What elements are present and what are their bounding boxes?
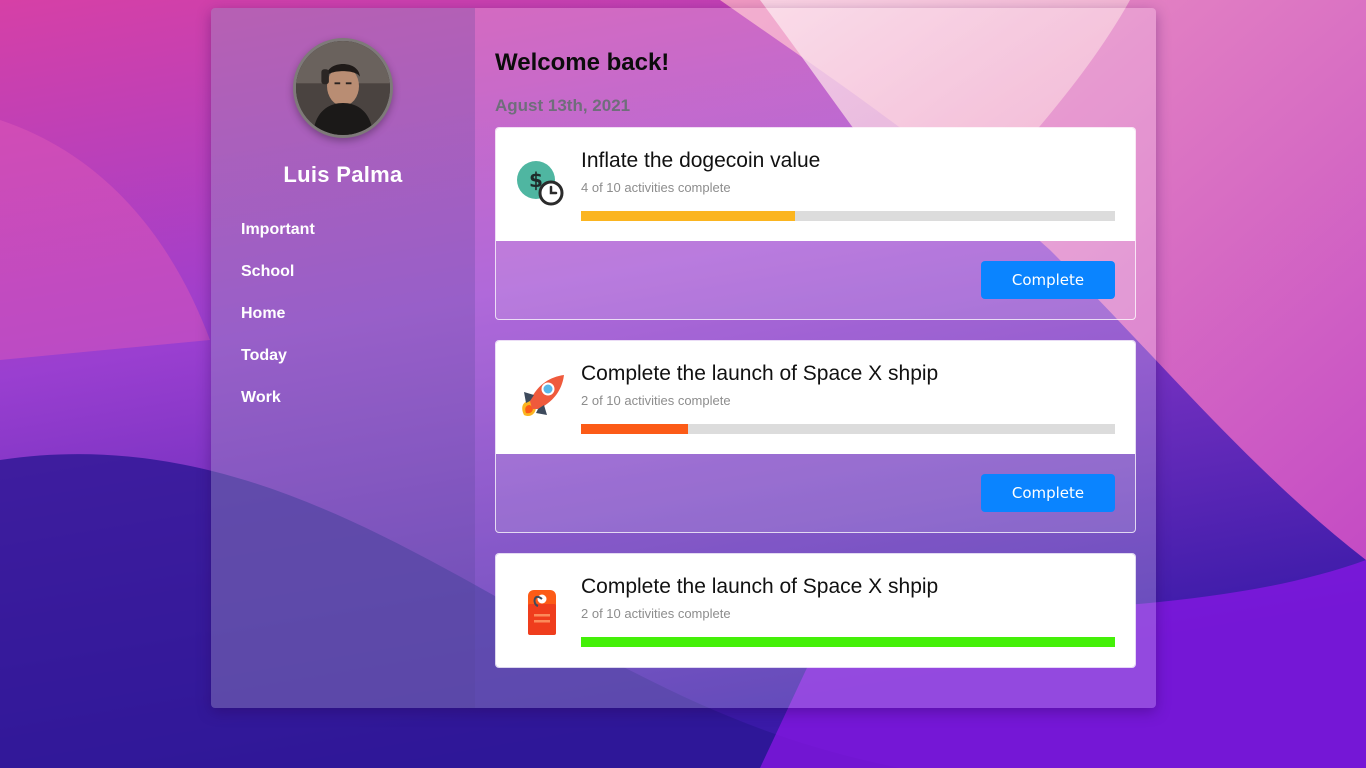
task-title: Inflate the dogecoin value [581, 149, 821, 172]
todo-app-window: Luis Palma Important School Home Today W… [211, 8, 1156, 708]
sidebar-item-today[interactable]: Today [241, 345, 315, 387]
sidebar-item-home[interactable]: Home [241, 303, 315, 345]
user-photo-icon [296, 41, 390, 135]
task-progress-bar [581, 211, 1115, 221]
sidebar-nav: Important School Home Today Work [241, 219, 315, 429]
sidebar-item-school[interactable]: School [241, 261, 315, 303]
task-title: Complete the launch of Space X shpip [581, 575, 939, 598]
task-card-header: Complete the launch of Space X shpip 2 o… [496, 341, 1135, 454]
task-card: Complete the launch of Space X shpip 2 o… [495, 553, 1136, 668]
task-card-header: Complete the launch of Space X shpip 2 o… [496, 554, 1135, 667]
page-title: Welcome back! [495, 49, 670, 76]
task-card-header: $ Inflate the dogecoin value 4 of 10 act… [496, 128, 1135, 241]
user-name: Luis Palma [283, 162, 403, 187]
complete-button[interactable]: Complete [981, 474, 1115, 512]
task-subtitle: 2 of 10 activities complete [581, 393, 731, 408]
task-card-footer: Complete [496, 241, 1135, 319]
task-subtitle: 2 of 10 activities complete [581, 606, 731, 621]
main-content: Welcome back! Agust 13th, 2021 $ Inflate… [475, 8, 1156, 708]
money-time-icon: $ [514, 158, 568, 212]
task-progress-bar [581, 637, 1115, 647]
task-card: Complete the launch of Space X shpip 2 o… [495, 340, 1136, 533]
current-date: Agust 13th, 2021 [495, 96, 631, 115]
task-subtitle: 4 of 10 activities complete [581, 180, 731, 195]
price-tag-icon [514, 584, 568, 638]
task-card: $ Inflate the dogecoin value 4 of 10 act… [495, 127, 1136, 320]
task-progress-bar [581, 424, 1115, 434]
avatar [293, 38, 393, 138]
sidebar-item-important[interactable]: Important [241, 219, 315, 261]
task-progress-fill [581, 637, 1115, 647]
sidebar-item-work[interactable]: Work [241, 387, 315, 429]
sidebar: Luis Palma Important School Home Today W… [211, 8, 475, 708]
task-progress-fill [581, 211, 795, 221]
task-progress-fill [581, 424, 688, 434]
rocket-icon [514, 371, 568, 425]
complete-button[interactable]: Complete [981, 261, 1115, 299]
task-card-footer: Complete [496, 454, 1135, 532]
task-title: Complete the launch of Space X shpip [581, 362, 939, 385]
